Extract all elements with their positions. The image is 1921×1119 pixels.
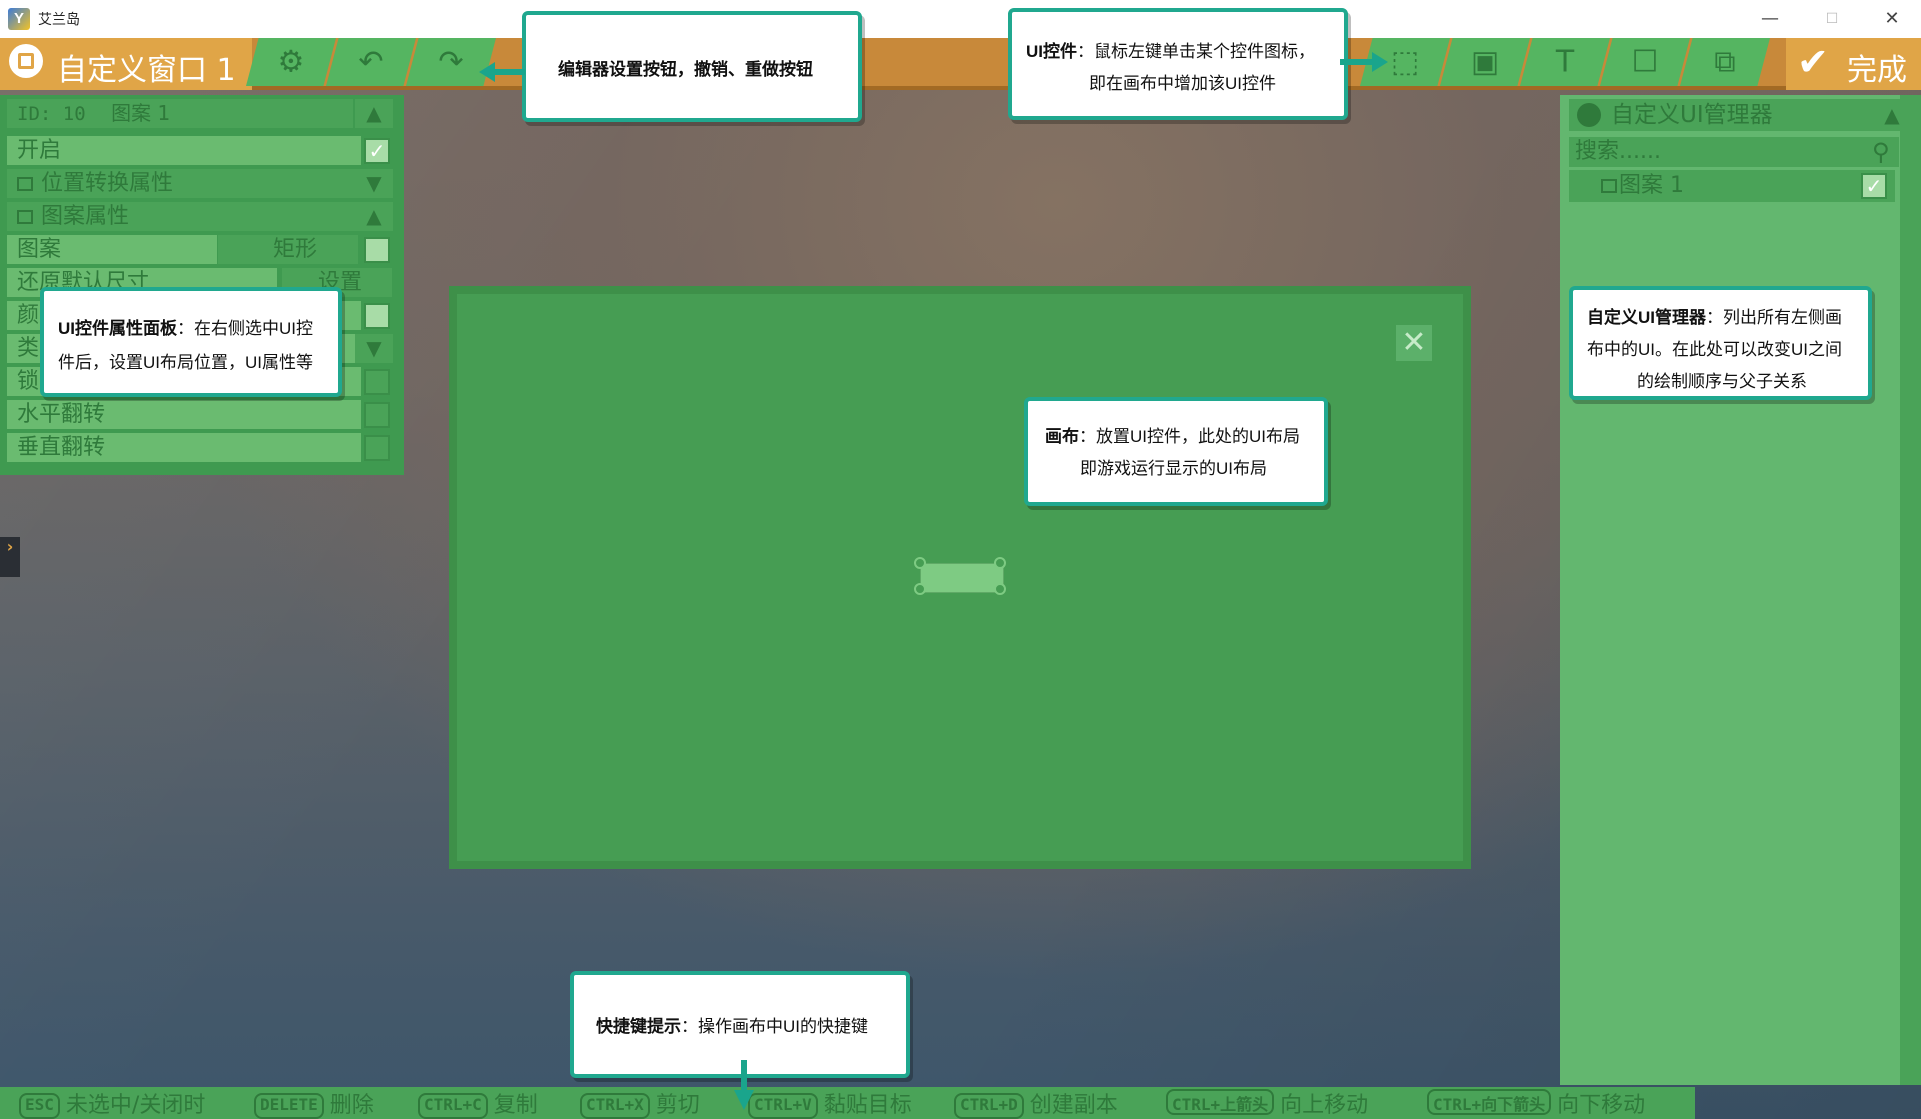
close-window-button[interactable]: ✕	[1872, 4, 1912, 34]
resize-handle[interactable]	[914, 557, 926, 569]
flip-h-checkbox[interactable]	[364, 402, 390, 428]
manager-icon	[1577, 103, 1601, 127]
manager-collapse-icon[interactable]: ▲	[1873, 99, 1911, 131]
manager-title: 自定义UI管理器	[1569, 99, 1889, 131]
add-image-button-control-button[interactable]: ⧉	[1680, 38, 1770, 86]
app-icon: Y	[8, 8, 30, 30]
ui-name[interactable]: 图案 1	[111, 101, 170, 125]
pattern-select[interactable]: 矩形	[218, 235, 358, 264]
prop-row-flip-v: 垂直翻转	[7, 433, 361, 462]
window-icon	[9, 44, 43, 78]
manager-item-visible-checkbox[interactable]: ✓	[1861, 173, 1887, 199]
add-image-icon: ▣	[1470, 44, 1500, 80]
add-text-icon: T	[1555, 44, 1575, 80]
color-swatch[interactable]	[364, 303, 390, 329]
prop-row-pattern: 图案	[7, 235, 217, 264]
undo-button[interactable]: ↶	[326, 38, 416, 86]
callout-arrow	[741, 1060, 747, 1094]
add-image-control-button[interactable]: ▣	[1440, 38, 1530, 86]
done-label: 完成	[1847, 53, 1907, 88]
collapse-arrow-icon[interactable]: ▲	[355, 202, 393, 231]
enable-checkbox[interactable]: ✓	[364, 138, 390, 164]
maximize-button[interactable]: ☐	[1812, 4, 1852, 34]
add-rect-icon: ⬚	[1390, 44, 1420, 80]
add-image-button-icon: ⧉	[1714, 44, 1736, 80]
callout-arrowhead	[479, 62, 495, 82]
callout-arrowhead	[1372, 52, 1388, 72]
callout-shortcuts: 快捷键提示：操作画布中UI的快捷键	[570, 971, 910, 1078]
prop-row-enable: 开启	[7, 136, 361, 165]
selected-pattern-element[interactable]	[920, 563, 1004, 593]
settings-button[interactable]: ⚙	[246, 38, 336, 86]
manager-item[interactable]: 图案 1	[1569, 170, 1895, 202]
gear-icon: ⚙	[277, 44, 305, 80]
callout-arrow	[1340, 59, 1376, 65]
type-dropdown-icon[interactable]: ▼	[355, 334, 393, 363]
minimize-button[interactable]: —	[1750, 4, 1790, 34]
check-icon: ✔	[1797, 40, 1829, 84]
prop-row-pattern-props[interactable]: 图案属性	[7, 202, 355, 231]
ui-id-row: ID: 10 图案 1	[7, 99, 353, 128]
flip-v-checkbox[interactable]	[364, 435, 390, 461]
app-title: 艾兰岛	[38, 11, 80, 27]
collapse-arrow-icon[interactable]: ▲	[355, 99, 393, 128]
add-button-icon: ☐	[1631, 44, 1659, 80]
callout-editor-buttons: 编辑器设置按钮，撤销、重做按钮	[522, 11, 862, 122]
resize-handle[interactable]	[994, 583, 1006, 595]
expand-side-panel-icon[interactable]: ›	[0, 537, 20, 577]
pattern-checkbox[interactable]	[364, 237, 390, 263]
shortcut-copy: CTRL+C 复制	[418, 1087, 538, 1119]
shortcut-cut: CTRL+X 剪切	[580, 1087, 700, 1119]
lock-checkbox[interactable]	[364, 369, 390, 395]
resize-handle[interactable]	[914, 583, 926, 595]
callout-arrowhead	[734, 1090, 754, 1110]
prop-row-flip-h: 水平翻转	[7, 400, 361, 429]
image-icon	[1601, 179, 1617, 193]
ui-manager-panel	[1560, 95, 1921, 1085]
shortcut-move-up: CTRL+上箭头 向上移动	[1166, 1087, 1368, 1119]
callout-ui-controls: UI控件：鼠标左键单击某个控件图标， 即在画布中增加该UI控件	[1008, 8, 1348, 120]
window-titlebar: Y 艾兰岛 — ☐ ✕	[0, 0, 1921, 38]
window-title: 自定义窗口 1	[57, 53, 236, 88]
callout-canvas: 画布：放置UI控件，此处的UI布局 即游戏运行显示的UI布局	[1024, 397, 1328, 506]
shortcut-delete: DELETE 删除	[254, 1087, 374, 1119]
expand-arrow-icon[interactable]: ▼	[355, 169, 393, 198]
close-icon[interactable]: ✕	[1396, 325, 1432, 361]
redo-icon: ↷	[438, 44, 464, 80]
shortcut-esc: ESC 未选中/关闭时	[19, 1087, 205, 1119]
callout-properties-panel: UI控件属性面板：在右侧选中UI控 件后，设置UI布局位置，UI属性等	[40, 287, 342, 397]
resize-handle[interactable]	[994, 557, 1006, 569]
shortcut-move-down: CTRL+向下箭头 向下移动	[1427, 1087, 1645, 1119]
undo-icon: ↶	[358, 44, 384, 80]
search-icon[interactable]: ⚲	[1872, 138, 1890, 166]
manager-search-input[interactable]: 搜索......	[1569, 137, 1899, 167]
callout-ui-manager: 自定义UI管理器：列出所有左侧画 布中的UI。在此处可以改变UI之间 的绘制顺序…	[1569, 286, 1872, 400]
ui-id-label: ID: 10	[17, 103, 86, 125]
image-icon	[17, 210, 33, 224]
add-text-control-button[interactable]: T	[1520, 38, 1610, 86]
shortcut-paste: CTRL+V 黏贴目标	[748, 1087, 912, 1119]
prop-row-transform[interactable]: 位置转换属性	[7, 169, 355, 198]
transform-icon	[17, 177, 33, 191]
shortcut-duplicate: CTRL+D 创建副本	[954, 1087, 1118, 1119]
add-button-control-button[interactable]: ☐	[1600, 38, 1690, 86]
